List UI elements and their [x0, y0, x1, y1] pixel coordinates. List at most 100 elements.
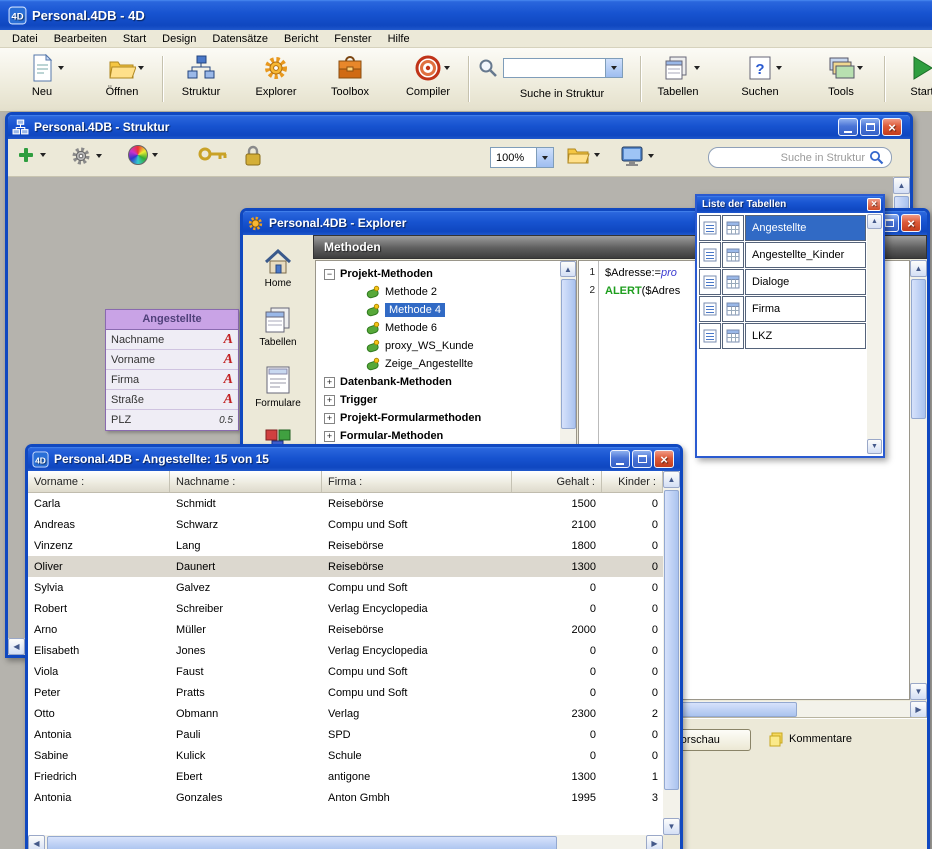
table-field-row[interactable]: Vorname A — [106, 350, 238, 370]
color-dropdown-arrow[interactable] — [152, 153, 158, 157]
records-horizontal-scrollbar[interactable]: ◀ ▶ — [28, 835, 663, 849]
display-dropdown-arrow[interactable] — [648, 154, 654, 158]
scroll-up-button[interactable]: ▲ — [910, 260, 927, 277]
column-header-firma[interactable]: Firma : — [322, 471, 512, 492]
tree-item[interactable]: + Datenbank-Methoden — [316, 373, 576, 391]
settings-button[interactable] — [70, 145, 102, 167]
open-button[interactable]: Öffnen — [90, 53, 154, 98]
tree-item[interactable]: + Trigger — [316, 391, 576, 409]
record-row[interactable]: Arno Müller Reisebörse 2000 0 — [28, 619, 663, 640]
tables-dropdown-arrow[interactable] — [694, 66, 700, 70]
settings-dropdown-arrow[interactable] — [96, 154, 102, 158]
folder-button[interactable] — [566, 145, 600, 165]
table-name[interactable]: Firma — [745, 296, 866, 322]
add-dropdown-arrow[interactable] — [40, 153, 46, 157]
display-button[interactable] — [620, 145, 654, 167]
menu-item[interactable]: Bericht — [276, 33, 326, 45]
close-button[interactable]: × — [882, 118, 902, 136]
table-list-item[interactable]: Angestellte — [699, 215, 866, 241]
menu-item[interactable]: Datensätze — [204, 33, 276, 45]
tools-dropdown-arrow[interactable] — [857, 66, 863, 70]
column-header-gehalt[interactable]: Gehalt : — [512, 471, 602, 492]
tree-item[interactable]: Methode 6 — [316, 319, 576, 337]
column-header-kinder[interactable]: Kinder : — [602, 471, 663, 492]
tree-expander-icon[interactable]: + — [324, 431, 335, 442]
table-grid-icon[interactable] — [722, 269, 744, 295]
open-dropdown-arrow[interactable] — [138, 66, 144, 70]
table-grid-icon[interactable] — [722, 242, 744, 268]
record-row[interactable]: Peter Pratts Compu und Soft 0 0 — [28, 682, 663, 703]
record-row[interactable]: Carla Schmidt Reisebörse 1500 0 — [28, 493, 663, 514]
lock-button[interactable] — [244, 145, 262, 167]
key-button[interactable] — [198, 145, 228, 163]
record-row[interactable]: Andreas Schwarz Compu und Soft 2100 0 — [28, 514, 663, 535]
scroll-right-button[interactable]: ▶ — [646, 835, 663, 849]
table-angestellte[interactable]: Angestellte Nachname A Vorname A — [105, 309, 239, 431]
structure-button[interactable]: Struktur — [169, 53, 233, 98]
table-list-item[interactable]: Firma — [699, 296, 866, 322]
menu-item[interactable]: Fenster — [326, 33, 379, 45]
table-angestellte-header[interactable]: Angestellte — [105, 309, 239, 330]
table-grid-icon[interactable] — [722, 296, 744, 322]
color-button[interactable] — [128, 145, 158, 165]
record-row[interactable]: Antonia Pauli SPD 0 0 — [28, 724, 663, 745]
table-grid-icon[interactable] — [722, 215, 744, 241]
compiler-button[interactable]: Compiler — [396, 53, 460, 98]
record-row[interactable]: Viola Faust Compu und Soft 0 0 — [28, 661, 663, 682]
menu-item[interactable]: Start — [115, 33, 154, 45]
scroll-up-button[interactable]: ▲ — [663, 471, 680, 488]
new-dropdown-arrow[interactable] — [58, 66, 64, 70]
menu-item[interactable]: Datei — [4, 33, 46, 45]
structure-titlebar[interactable]: Personal.4DB - Struktur × — [8, 115, 910, 139]
tree-expander-icon[interactable]: + — [324, 395, 335, 406]
minimize-button[interactable] — [610, 450, 630, 468]
close-button[interactable]: × — [901, 214, 921, 232]
record-row[interactable]: Otto Obmann Verlag 2300 2 — [28, 703, 663, 724]
compiler-dropdown-arrow[interactable] — [444, 66, 450, 70]
scroll-up-button[interactable]: ▲ — [867, 214, 882, 229]
list-form-icon[interactable] — [699, 296, 721, 322]
tools-button[interactable]: Tools — [809, 53, 873, 98]
new-button[interactable]: Neu — [10, 53, 74, 98]
menu-item[interactable]: Design — [154, 33, 204, 45]
scroll-up-button[interactable]: ▲ — [560, 261, 576, 277]
sidebar-item-home[interactable]: Home — [246, 249, 310, 289]
scroll-down-button[interactable]: ▼ — [663, 818, 680, 835]
palette-scrollbar[interactable]: ▲ ▼ — [867, 214, 882, 454]
list-form-icon[interactable] — [699, 269, 721, 295]
records-titlebar[interactable]: 4D Personal.4DB - Angestellte: 15 von 15… — [28, 447, 680, 471]
table-field-row[interactable]: Straße A — [106, 390, 238, 410]
find-dropdown-arrow[interactable] — [776, 66, 782, 70]
tables-palette-titlebar[interactable]: Liste der Tabellen × — [697, 196, 883, 213]
table-name[interactable]: Angestellte — [745, 215, 866, 241]
scroll-down-button[interactable]: ▼ — [910, 683, 927, 700]
table-list-item[interactable]: Dialoge — [699, 269, 866, 295]
tree-expander-icon[interactable]: − — [324, 269, 335, 280]
explorer-button[interactable]: Explorer — [244, 53, 308, 98]
tree-expander-icon[interactable]: + — [324, 413, 335, 424]
table-name[interactable]: Dialoge — [745, 269, 866, 295]
comments-button[interactable]: Kommentare — [768, 731, 852, 747]
record-row[interactable]: Elisabeth Jones Verlag Encyclopedia 0 0 — [28, 640, 663, 661]
close-button[interactable]: × — [867, 198, 881, 211]
search-structure-combobox[interactable] — [503, 58, 623, 78]
table-field-row[interactable]: Nachname A — [106, 330, 238, 350]
tree-item[interactable]: proxy_WS_Kunde — [316, 337, 576, 355]
tree-item[interactable]: + Projekt-Formularmethoden — [316, 409, 576, 427]
table-name[interactable]: LKZ — [745, 323, 866, 349]
tree-item[interactable]: Methode 2 — [316, 283, 576, 301]
column-header-nachname[interactable]: Nachname : — [170, 471, 322, 492]
add-button[interactable] — [16, 145, 46, 165]
column-header-vorname[interactable]: Vorname : — [28, 471, 170, 492]
code-vertical-scrollbar[interactable]: ▲ ▼ — [910, 260, 927, 700]
zoom-dropdown-arrow[interactable] — [536, 148, 553, 167]
record-row[interactable]: Sylvia Galvez Compu und Soft 0 0 — [28, 577, 663, 598]
record-row[interactable]: Vinzenz Lang Reisebörse 1800 0 — [28, 535, 663, 556]
table-field-row[interactable]: PLZ 0.5 — [106, 410, 238, 430]
scroll-up-button[interactable]: ▲ — [893, 177, 910, 194]
table-list-item[interactable]: LKZ — [699, 323, 866, 349]
record-row[interactable]: Oliver Daunert Reisebörse 1300 0 — [28, 556, 663, 577]
structure-search-input[interactable] — [735, 152, 865, 164]
list-form-icon[interactable] — [699, 242, 721, 268]
list-form-icon[interactable] — [699, 323, 721, 349]
